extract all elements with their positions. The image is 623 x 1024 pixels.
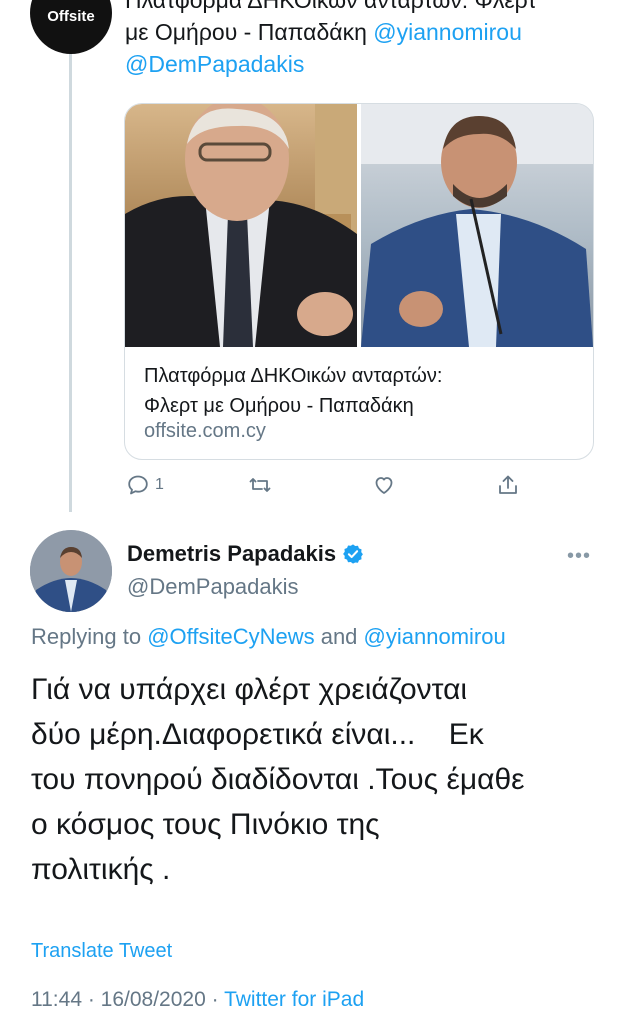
tweet-date[interactable]: 16/08/2020 bbox=[101, 988, 206, 1011]
tweet-body: Γιά να υπάρχει φλέρτ χρειάζονται δύο μέρ… bbox=[31, 667, 611, 892]
replying-user-offsitecynews[interactable]: @OffsiteCyNews bbox=[147, 624, 314, 649]
man-speaking-photo bbox=[361, 104, 593, 347]
tweet-time[interactable]: 11:44 bbox=[31, 988, 82, 1011]
card-title-line2: Φλερτ με Ομήρου - Παπαδάκη bbox=[144, 395, 414, 417]
tweet-source[interactable]: Twitter for iPad bbox=[224, 988, 364, 1011]
replying-user-yiannomirou[interactable]: @yiannomirou bbox=[364, 624, 506, 649]
more-options-button[interactable]: ••• bbox=[567, 545, 591, 568]
link-preview-card[interactable]: Πλατφόρμα ΔΗΚΟικών ανταρτών: Φλερτ με Ομ… bbox=[124, 103, 594, 460]
author-avatar[interactable] bbox=[30, 530, 112, 612]
reply-count: 1 bbox=[155, 476, 164, 493]
offsite-avatar[interactable]: Offsite bbox=[30, 0, 112, 54]
author-handle[interactable]: @DemPapadakis bbox=[127, 574, 299, 600]
replying-to: Replying to @OffsiteCyNews and @yiannomi… bbox=[31, 624, 506, 650]
quoted-tweet-text: Πλατφόρμα ΔΗΚΟικών ανταρτών: Φλερτ με Ομ… bbox=[125, 0, 595, 80]
author-display-name[interactable]: Demetris Papadakis bbox=[127, 541, 336, 567]
card-title-line1: Πλατφόρμα ΔΗΚΟικών ανταρτών: bbox=[144, 365, 443, 387]
offsite-avatar-text: Offsite bbox=[47, 8, 95, 25]
share-button[interactable] bbox=[496, 470, 520, 500]
avatar-photo bbox=[30, 530, 112, 612]
card-image-right bbox=[361, 104, 593, 347]
tweet-body-line: ο κόσμος τους Πινόκιο της bbox=[31, 808, 380, 841]
tweet-body-line: δύο μέρη.Διαφορετικά είναι... Εκ bbox=[31, 718, 484, 751]
retweet-icon bbox=[249, 478, 271, 492]
share-icon bbox=[499, 475, 517, 494]
thread-connector-line bbox=[69, 42, 72, 512]
older-man-photo bbox=[125, 104, 357, 347]
card-image-left bbox=[125, 104, 357, 347]
meta-separator: · bbox=[82, 988, 101, 1011]
mention-dempapadakis[interactable]: @DemPapadakis bbox=[125, 51, 304, 77]
card-host: offsite.com.cy bbox=[144, 420, 266, 442]
tweet-body-line: Γιά να υπάρχει φλέρτ χρειάζονται bbox=[31, 673, 468, 706]
translate-tweet-link[interactable]: Translate Tweet bbox=[31, 940, 172, 963]
meta-separator: · bbox=[205, 988, 225, 1011]
tweet-body-line: του πονηρού διαδίδονται .Τους έμαθε bbox=[31, 763, 525, 796]
reply-button[interactable]: 1 bbox=[126, 470, 164, 500]
retweet-button[interactable] bbox=[248, 470, 272, 500]
author-name-row[interactable]: Demetris Papadakis bbox=[127, 541, 364, 567]
verified-badge-icon bbox=[343, 544, 364, 564]
tweet-metadata: 11:44 · 16/08/2020 · Twitter for iPad bbox=[31, 988, 364, 1012]
tweet-body-line: πολιτικής . bbox=[31, 853, 171, 886]
mention-yiannomirou[interactable]: @yiannomirou bbox=[373, 19, 522, 45]
quoted-tweet-line1: Πλατφόρμα ΔΗΚΟικών ανταρτών: Φλερτ bbox=[125, 0, 537, 13]
replying-and: and bbox=[314, 624, 364, 649]
replying-prefix: Replying to bbox=[31, 624, 148, 649]
heart-icon bbox=[375, 477, 393, 494]
like-button[interactable] bbox=[372, 470, 396, 500]
quoted-tweet-actions: 1 bbox=[124, 470, 524, 500]
reply-icon bbox=[128, 475, 148, 495]
quoted-tweet-line2: με Ομήρου - Παπαδάκη bbox=[125, 19, 374, 45]
